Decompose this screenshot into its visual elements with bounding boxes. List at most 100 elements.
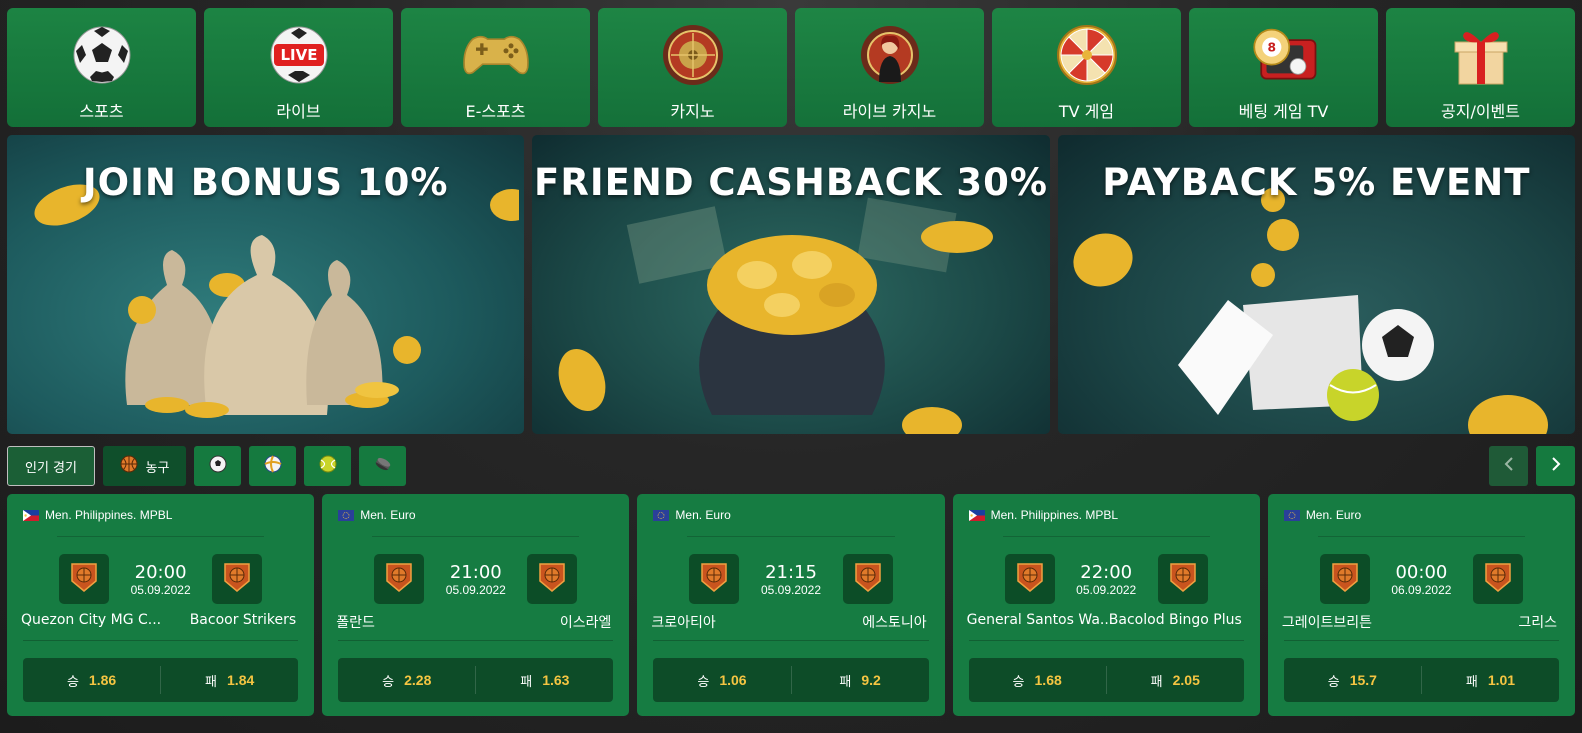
divider <box>338 640 614 641</box>
divider <box>372 536 580 537</box>
win-odd-button[interactable]: 승 2.28 <box>338 666 475 694</box>
live-dealer-icon <box>855 22 925 88</box>
category-casino[interactable]: 카지노 <box>598 8 787 127</box>
win-odd-button[interactable]: 승 15.7 <box>1284 666 1421 694</box>
eu-flag-icon <box>1283 509 1300 521</box>
soccer-filter-button[interactable] <box>194 446 241 486</box>
match-card[interactable]: Men. Euro 00:00 06.09.2022 그레이트브리튼 그리스 승… <box>1267 494 1576 716</box>
lose-label: 패 <box>205 674 218 690</box>
category-sports[interactable]: 스포츠 <box>7 8 196 127</box>
lose-odd-button[interactable]: 패 9.2 <box>790 666 929 694</box>
away-team-name: 이스라엘 <box>559 615 612 631</box>
category-label: 베팅 게임 TV <box>1238 102 1329 121</box>
away-team-name: Bacoor Strikers <box>189 612 297 628</box>
basketball-crest-icon <box>537 561 567 598</box>
tennis-filter-button[interactable] <box>304 446 351 486</box>
banner-join-bonus[interactable]: JOIN BONUS 10% <box>7 135 525 434</box>
popular-games-button[interactable]: 인기 경기 <box>7 446 95 486</box>
divider <box>57 536 265 537</box>
eu-flag-icon <box>653 509 670 521</box>
category-label: 카지노 <box>670 102 715 121</box>
win-odd-value: 1.68 <box>1034 672 1062 688</box>
category-label: 공지/이벤트 <box>1441 102 1520 121</box>
gamepad-icon <box>461 22 531 88</box>
chevron-right-icon <box>1550 456 1562 477</box>
match-card[interactable]: Men. Philippines. MPBL 22:00 05.09.2022 … <box>952 494 1260 716</box>
win-label: 승 <box>382 674 395 690</box>
win-odd-value: 15.7 <box>1349 672 1377 688</box>
away-team-logo <box>842 554 893 604</box>
lose-odd-value: 1.63 <box>542 672 570 688</box>
category-notice-event[interactable]: 공지/이벤트 <box>1386 8 1575 127</box>
live-badge-text: LIVE <box>280 46 317 64</box>
win-label: 승 <box>66 674 79 690</box>
category-tv-game[interactable]: TV 게임 <box>992 8 1181 127</box>
league-name: Men. Euro <box>360 508 416 522</box>
match-time: 21:00 <box>449 562 502 583</box>
carousel-next-button[interactable] <box>1536 446 1575 486</box>
basketball-crest-icon <box>1483 561 1513 598</box>
away-team-logo <box>212 554 263 604</box>
league-row: Men. Euro <box>653 508 731 522</box>
hockey-filter-button[interactable] <box>359 446 406 486</box>
match-card[interactable]: Men. Euro 21:15 05.09.2022 크로아티아 에스토니아 승… <box>637 494 945 716</box>
category-live-casino[interactable]: 라이브 카지노 <box>795 8 984 127</box>
win-odd-button[interactable]: 승 1.68 <box>969 666 1106 694</box>
banner-friend-cashback[interactable]: FRIEND CASHBACK 30% <box>532 135 1050 434</box>
away-team-logo <box>1473 554 1524 604</box>
roulette-icon <box>658 22 728 88</box>
match-time: 00:00 <box>1395 562 1448 583</box>
win-odd-button[interactable]: 승 1.06 <box>653 666 790 694</box>
odds-bar: 승 1.68 패 2.05 <box>968 658 1244 702</box>
divider <box>653 640 929 641</box>
lose-odd-value: 1.01 <box>1487 672 1516 688</box>
basketball-filter-button[interactable]: 농구 <box>103 446 186 486</box>
sport-filter-row: 인기 경기 농구 <box>7 446 406 486</box>
category-live[interactable]: LIVE 라이브 <box>204 8 393 127</box>
odds-bar: 승 2.28 패 1.63 <box>338 658 614 702</box>
league-name: Men. Philippines. MPBL <box>45 508 173 522</box>
odds-bar: 승 15.7 패 1.01 <box>1283 658 1560 702</box>
banner-title: JOIN BONUS 10% <box>82 161 449 204</box>
tennis-icon <box>319 455 337 477</box>
match-date: 05.09.2022 <box>760 583 822 597</box>
divider <box>1283 640 1560 641</box>
category-esports[interactable]: E-스포츠 <box>401 8 590 127</box>
banner-title: FRIEND CASHBACK 30% <box>534 161 1048 204</box>
match-card[interactable]: Men. Philippines. MPBL 20:00 05.09.2022 … <box>7 494 315 716</box>
win-odd-value: 1.06 <box>719 672 747 688</box>
league-name: Men. Euro <box>675 508 731 522</box>
lose-label: 패 <box>1150 674 1163 690</box>
volleyball-filter-button[interactable] <box>249 446 296 486</box>
match-card[interactable]: Men. Euro 21:00 05.09.2022 폴란드 이스라엘 승 2.… <box>322 494 630 716</box>
match-date: 05.09.2022 <box>1076 583 1137 597</box>
win-odd-value: 1.86 <box>88 672 117 688</box>
lose-label: 패 <box>520 674 533 690</box>
away-team-name: 그리스 <box>1518 615 1558 631</box>
odds-bar: 승 1.86 패 1.84 <box>23 658 299 702</box>
carousel-nav <box>1489 446 1575 486</box>
lose-label: 패 <box>1465 674 1478 690</box>
basketball-crest-icon <box>222 561 252 598</box>
lottery-tv-icon: 8 <box>1249 22 1319 88</box>
banner-payback[interactable]: PAYBACK 5% EVENT <box>1057 135 1575 434</box>
lose-odd-button[interactable]: 패 1.84 <box>160 666 298 694</box>
chevron-left-icon <box>1503 456 1515 477</box>
away-team-logo <box>527 554 578 604</box>
league-row: Men. Philippines. MPBL <box>23 508 172 522</box>
lose-odd-button[interactable]: 패 1.01 <box>1420 666 1559 694</box>
win-odd-button[interactable]: 승 1.86 <box>23 666 160 694</box>
match-date: 05.09.2022 <box>130 583 191 597</box>
lose-label: 패 <box>839 674 852 690</box>
divider <box>23 640 299 641</box>
category-betting-tv[interactable]: 8 베팅 게임 TV <box>1189 8 1378 127</box>
basketball-crest-icon <box>1168 561 1198 598</box>
basketball-crest-icon <box>853 561 883 598</box>
category-nav: 스포츠 LIVE 라이브 E-스포츠 카지노 라이브 카지노 TV 게임 8 베… <box>7 8 1575 127</box>
odds-bar: 승 1.06 패 9.2 <box>653 658 929 702</box>
lose-odd-button[interactable]: 패 2.05 <box>1105 666 1244 694</box>
match-date: 05.09.2022 <box>445 583 506 597</box>
carousel-prev-button[interactable] <box>1489 446 1528 486</box>
lose-odd-button[interactable]: 패 1.63 <box>475 666 613 694</box>
divider <box>687 536 895 537</box>
